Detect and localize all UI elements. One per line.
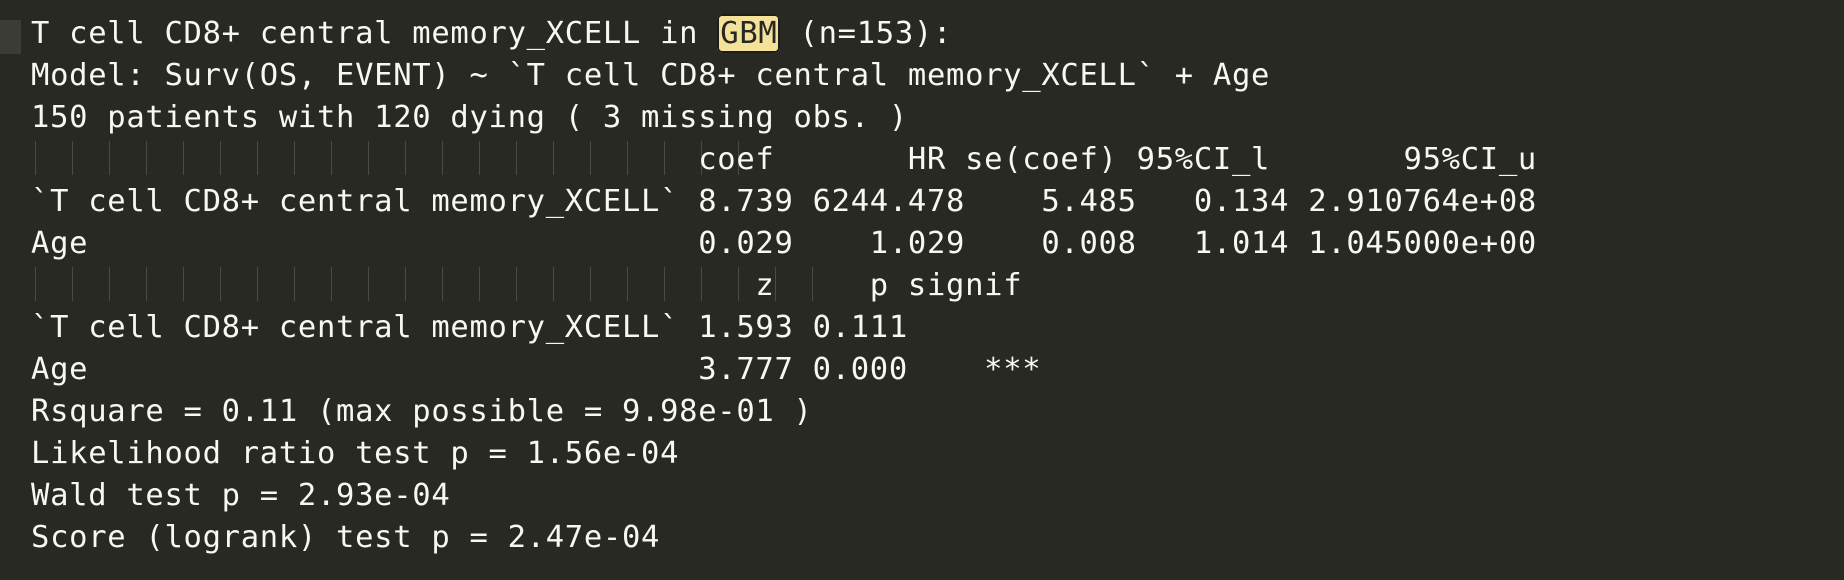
- search-highlight: GBM: [717, 14, 781, 53]
- ztest-table-row: Age 3.777 0.000 ***: [31, 352, 1042, 387]
- result-header-text: T cell CD8+ central memory_XCELL in: [31, 16, 718, 51]
- r-console-output[interactable]: T cell CD8+ central memory_XCELL in GBM …: [0, 0, 1844, 580]
- score-test-line: Score (logrank) test p = 2.47e-04: [31, 520, 661, 555]
- coef-table-row: `T cell CD8+ central memory_XCELL` 8.739…: [31, 184, 1537, 219]
- patients-summary: 150 patients with 120 dying ( 3 missing …: [31, 100, 908, 135]
- wald-test-line: Wald test p = 2.93e-04: [31, 478, 451, 513]
- ztest-table-header: z p signif: [31, 268, 1023, 303]
- coef-table-header: coef HR se(coef) 95%CI_l 95%CI_u: [31, 142, 1537, 177]
- cursor-line-marker: [0, 20, 21, 54]
- result-header: T cell CD8+ central memory_XCELL in GBM …: [31, 13, 952, 55]
- ztest-table-row: `T cell CD8+ central memory_XCELL` 1.593…: [31, 310, 908, 345]
- likelihood-ratio-line: Likelihood ratio test p = 1.56e-04: [31, 436, 680, 471]
- model-formula: Model: Surv(OS, EVENT) ~ `T cell CD8+ ce…: [31, 58, 1271, 93]
- rsquare-line: Rsquare = 0.11 (max possible = 9.98e-01 …: [31, 394, 813, 429]
- sample-count: (n=153):: [780, 16, 953, 51]
- coef-table-row: Age 0.029 1.029 0.008 1.014 1.045000e+00: [31, 226, 1537, 261]
